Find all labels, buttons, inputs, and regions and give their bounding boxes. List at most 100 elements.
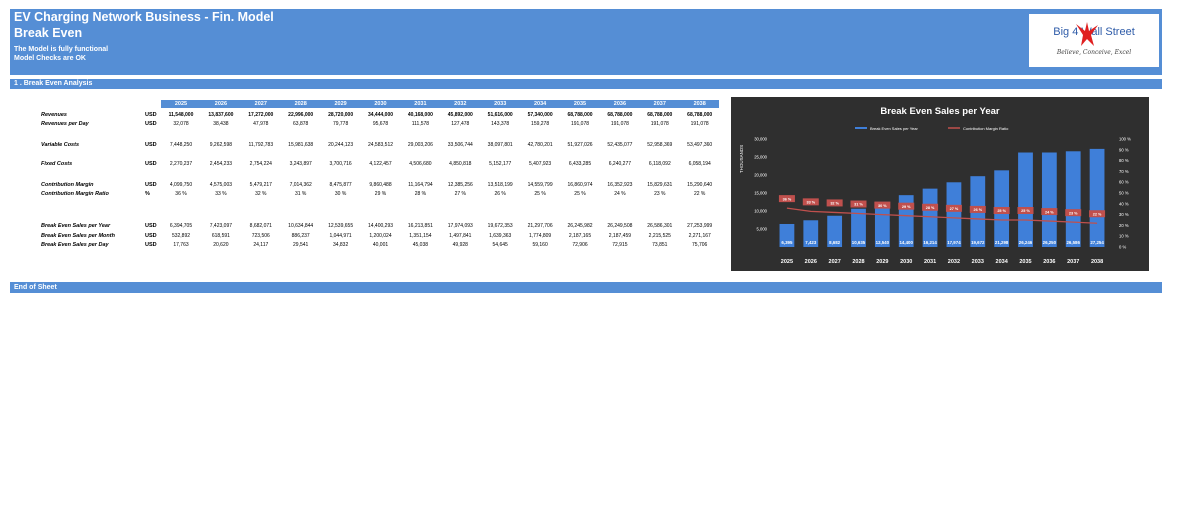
table-cell: 36 %: [175, 191, 187, 197]
table-cell: 26,586,301: [647, 223, 673, 229]
table-cell: 68,788,000: [687, 112, 713, 118]
table-cell: 9,262,598: [209, 142, 233, 148]
status-note-checks: Model Checks are OK: [14, 55, 86, 62]
year-header: 2030: [374, 101, 387, 107]
bar: [922, 188, 938, 247]
y2-tick-label: 60 %: [1119, 180, 1129, 185]
table-cell: 1,200,024: [369, 233, 392, 239]
bar-data-label: 26,250: [1043, 240, 1057, 245]
table-cell: 191,078: [650, 121, 669, 127]
bar-data-label: 26,246: [1019, 240, 1033, 245]
row-label: Break Even Sales per Year: [41, 223, 111, 229]
row-unit: USD: [145, 182, 157, 188]
line-data-label: 23 %: [1069, 211, 1078, 215]
table-cell: 52,435,077: [607, 142, 633, 148]
row-unit: USD: [145, 161, 157, 167]
table-cell: 32 %: [255, 191, 267, 197]
table-cell: 4,099,750: [169, 182, 193, 188]
break-even-chart: Break Even Sales per Year Break Even Sale…: [731, 97, 1149, 271]
table-cell: 79,778: [332, 121, 349, 127]
table-cell: 28 %: [414, 191, 427, 197]
y-axis-title: THOUSANDS: [739, 145, 744, 173]
x-tick-label: 2032: [948, 259, 960, 265]
table-cell: 24,117: [253, 242, 269, 248]
table-cell: 95,678: [372, 121, 389, 127]
table-cell: 127,478: [451, 121, 470, 127]
table-cell: 27 %: [454, 191, 466, 197]
row-unit: USD: [145, 112, 157, 118]
year-header: 2025: [174, 101, 188, 107]
row-label: Revenues: [41, 112, 67, 118]
table-cell: 45,038: [412, 242, 429, 248]
row-label: Break Even Sales per Month: [41, 233, 115, 239]
line-data-label: 22 %: [1093, 212, 1102, 216]
y2-tick-label: 30 %: [1119, 212, 1129, 217]
bar: [946, 182, 962, 247]
table-cell: 14,400,293: [367, 223, 394, 229]
eagle-icon: [1076, 22, 1098, 46]
legend-line-label: Contribution Margin Ratio: [963, 126, 1009, 131]
x-tick-label: 2031: [924, 259, 936, 265]
line-data-label: 32 %: [830, 202, 839, 206]
line-data-label: 31 %: [854, 203, 863, 207]
bar-data-label: 16,214: [923, 240, 937, 245]
table-cell: 54,645: [492, 242, 508, 248]
end-of-sheet-bar: End of Sheet: [10, 282, 1162, 293]
table-cell: 12,385,256: [447, 182, 473, 188]
bar: [1065, 151, 1081, 247]
table-cell: 5,479,217: [249, 182, 272, 188]
year-header: 2029: [334, 101, 347, 107]
row-unit: USD: [145, 242, 157, 248]
row-label: Contribution Margin Ratio: [41, 191, 109, 197]
table-cell: 2,187,459: [608, 233, 632, 239]
table-cell: 1,044,971: [329, 233, 352, 239]
row-unit: USD: [145, 233, 157, 239]
table-cell: 45,892,000: [447, 112, 473, 118]
table-cell: 15,829,631: [647, 182, 673, 188]
line-data-label: 26 %: [973, 208, 982, 212]
year-header: 2037: [653, 101, 666, 107]
y2-tick-label: 10 %: [1119, 234, 1129, 239]
table-cell: 20,620: [213, 242, 229, 248]
table-cell: 40,168,000: [407, 112, 433, 118]
table-cell: 26,245,982: [567, 223, 593, 229]
table-cell: 5,152,177: [489, 161, 512, 167]
y-tick-label: 15,000: [754, 191, 767, 196]
table-cell: 29,541: [293, 242, 309, 248]
y2-tick-label: 40 %: [1119, 201, 1129, 206]
table-cell: 31 %: [294, 191, 307, 197]
row-unit: USD: [145, 223, 157, 229]
table-cell: 2,754,224: [249, 161, 272, 167]
x-tick-label: 2033: [972, 259, 984, 265]
row-label: Fixed Costs: [41, 161, 73, 167]
table-cell: 15,290,640: [687, 182, 713, 188]
table-cell: 4,575,003: [209, 182, 233, 188]
table-cell: 51,927,026: [567, 142, 593, 148]
table-cell: 5,407,923: [528, 161, 552, 167]
table-cell: 49,928: [452, 242, 468, 248]
row-unit: USD: [145, 142, 157, 148]
table-cell: 2,454,233: [209, 161, 233, 167]
table-cell: 59,160: [532, 242, 548, 248]
table-cell: 10,634,844: [288, 223, 314, 229]
y2-tick-label: 70 %: [1119, 169, 1129, 174]
line-data-label: 25 %: [997, 209, 1006, 213]
table-cell: 13,837,600: [208, 112, 234, 118]
table-cell: 38,097,801: [487, 142, 513, 148]
logo-tagline: Believe, Conceive, Excel: [1056, 49, 1132, 56]
logo: Big 4 Wall Street Believe, Conceive, Exc…: [1029, 14, 1159, 67]
table-cell: 25 %: [574, 191, 586, 197]
table-cell: 532,892: [171, 233, 191, 239]
row-label: Revenues per Day: [41, 121, 89, 127]
row-label: Contribution Margin: [41, 182, 94, 188]
line-data-label: 27 %: [950, 207, 959, 211]
sheet-title: Break Even: [14, 26, 83, 40]
table-cell: 63,878: [293, 121, 309, 127]
x-tick-label: 2028: [852, 259, 864, 265]
table-cell: 30 %: [334, 191, 347, 197]
table-cell: 28,720,000: [328, 112, 354, 118]
table-cell: 40,001: [372, 242, 389, 248]
table-cell: 3,700,716: [329, 161, 352, 167]
year-header: 2036: [613, 101, 627, 107]
table-cell: 22 %: [693, 191, 706, 197]
